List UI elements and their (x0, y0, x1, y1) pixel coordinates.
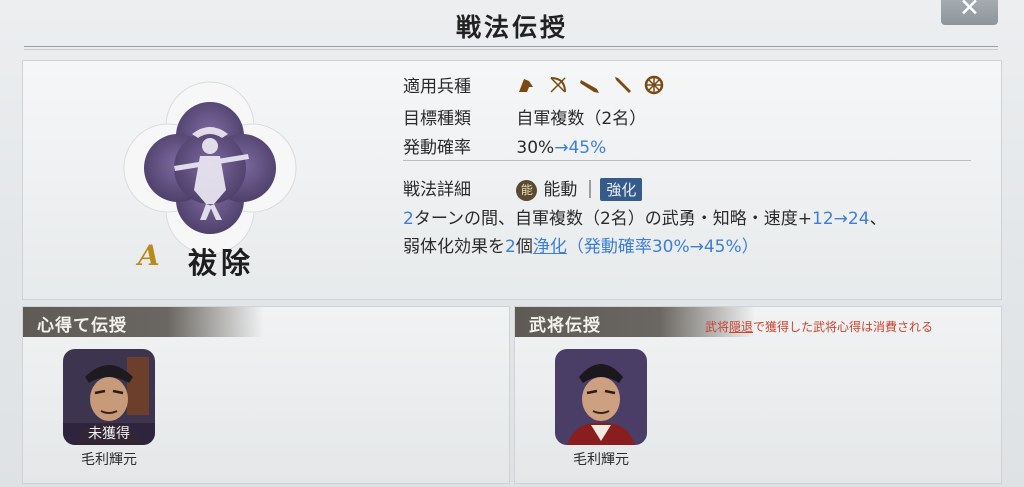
stat-bonus: 12→24 (812, 209, 870, 229)
note-text: 武将 (705, 320, 730, 334)
skill-grade: A (138, 239, 160, 272)
detail-divider (589, 180, 592, 198)
description-text: 、 (869, 209, 887, 229)
gun-icon (580, 80, 600, 93)
activation-rate-label: 発動確率 (403, 138, 471, 158)
general-name: 毛利輝元 (81, 452, 137, 468)
ability-type: 能動 (543, 180, 578, 200)
section-title: 武将伝授 (529, 316, 601, 336)
close-button[interactable]: ✕ (941, 0, 998, 25)
purify-rate-note: （発動確率30%→45%） (566, 237, 759, 257)
enhance-tag[interactable]: 強化 (600, 178, 643, 201)
turn-count: 2 (403, 209, 414, 229)
troop-icons (516, 75, 670, 97)
siege-wheel-icon (644, 75, 664, 95)
learn-transfer-section: 心得て伝授 未獲得 毛利輝元 (22, 306, 510, 484)
header-divider-secondary (24, 49, 998, 50)
bow-icon (550, 77, 566, 93)
general-portrait[interactable]: 未獲得 (63, 349, 155, 445)
activation-rate-upgraded: →45% (554, 138, 607, 158)
general-portrait[interactable] (555, 349, 647, 445)
general-transfer-section: 武将伝授 武将隠退で獲得した武将心得は消費される 毛利輝元 (514, 306, 1002, 484)
skill-detail-label: 戦法詳細 (403, 180, 471, 200)
retire-warning-note: 武将隠退で獲得した武将心得は消費される (705, 318, 933, 335)
retire-link[interactable]: 隠退 (729, 320, 753, 334)
skill-detail-row: 戦法詳細 能能動 強化 (403, 175, 643, 201)
skill-emblem-icon (123, 81, 297, 255)
spear-icon (614, 77, 631, 93)
description-text: 弱体化効果を (403, 237, 505, 257)
target-value: 自軍複数（2名） (516, 109, 647, 129)
target-row: 目標種類 自軍複数（2名） (403, 104, 646, 129)
note-text: で獲得した武将心得は消費される (753, 320, 934, 334)
target-label: 目標種類 (403, 109, 471, 129)
skill-description-line-2: 弱体化効果を2個浄化（発動確率30%→45%） (403, 232, 759, 257)
activation-rate-row: 発動確率 30%→45% (403, 133, 606, 158)
cavalry-icon (519, 79, 534, 92)
description-text: ターンの間、自軍複数（2名）の武勇・知略・速度+ (413, 209, 813, 229)
ability-type-icon: 能 (516, 180, 538, 201)
page-title: 戦法伝授 (455, 13, 568, 42)
debuff-count: 2 (505, 237, 516, 257)
header-divider (24, 46, 998, 47)
description-text: 個 (515, 237, 533, 257)
section-header: 心得て伝授 (23, 307, 263, 337)
skill-name: 祓除 (188, 246, 255, 280)
general-name: 毛利輝元 (573, 452, 629, 468)
activation-rate-base: 30% (516, 138, 555, 158)
info-divider (403, 160, 971, 161)
general-avatar (555, 349, 647, 445)
skill-description-line-1: 2ターンの間、自軍複数（2名）の武勇・知略・速度+12→24、 (403, 204, 887, 229)
troop-types-label: 適用兵種 (403, 77, 471, 97)
close-icon: ✕ (959, 0, 980, 22)
troop-types-row: 適用兵種 (403, 72, 670, 97)
section-title: 心得て伝授 (37, 316, 127, 336)
purify-link[interactable]: 浄化 (533, 237, 567, 257)
unacquired-badge: 未獲得 (63, 423, 155, 445)
